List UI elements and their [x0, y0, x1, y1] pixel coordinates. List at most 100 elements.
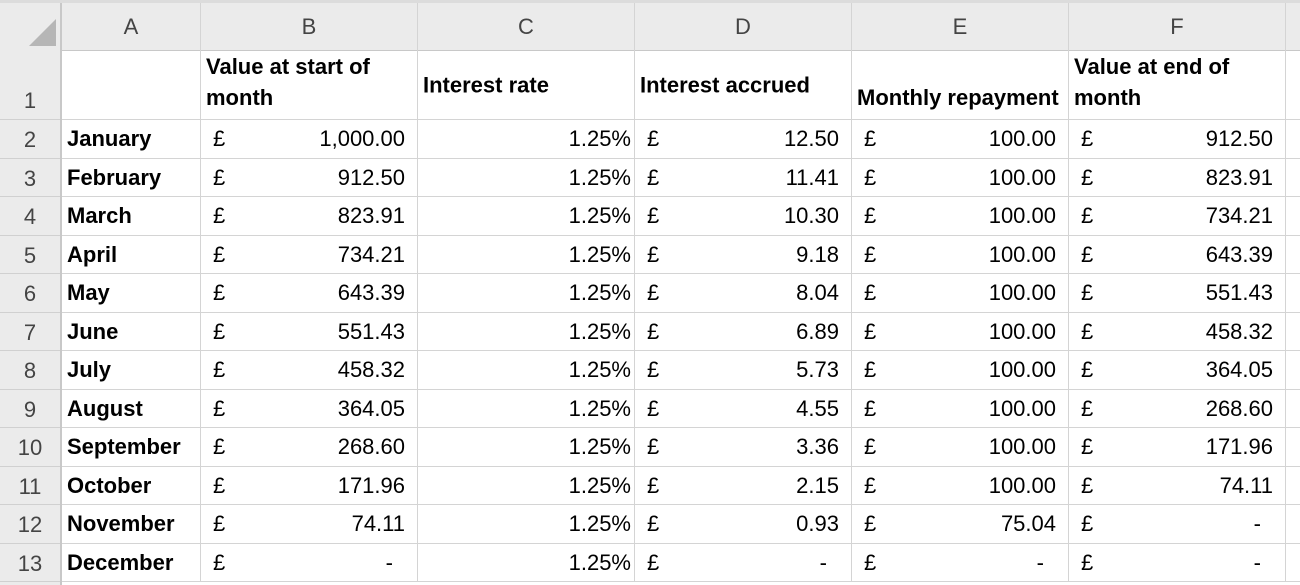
cell-e5[interactable]: £100.00 [852, 235, 1069, 274]
cell-c12[interactable]: 1.25% [418, 505, 635, 544]
cell-e11[interactable]: £100.00 [852, 466, 1069, 505]
cell-e3[interactable]: £100.00 [852, 158, 1069, 197]
cell-e2[interactable]: £100.00 [852, 120, 1069, 159]
cell-f6[interactable]: £551.43 [1069, 274, 1286, 313]
cell-d12[interactable]: £0.93 [635, 505, 852, 544]
cell-f7[interactable]: £458.32 [1069, 312, 1286, 351]
cell-g1[interactable] [1286, 50, 1300, 120]
cell-c9[interactable]: 1.25% [418, 389, 635, 428]
cell-c13[interactable]: 1.25% [418, 543, 635, 582]
column-header-e[interactable]: E [852, 3, 1069, 50]
row-header-2[interactable]: 2 [0, 120, 60, 159]
cell-d6[interactable]: £8.04 [635, 274, 852, 313]
cell-e10[interactable]: £100.00 [852, 428, 1069, 467]
cell-b2[interactable]: £1,000.00 [201, 120, 418, 159]
cell-f4[interactable]: £734.21 [1069, 197, 1286, 236]
cell-a6[interactable]: May [62, 274, 201, 313]
cell-a13[interactable]: December [62, 543, 201, 582]
cell-a4[interactable]: March [62, 197, 201, 236]
cell-a1[interactable] [62, 50, 201, 120]
cell-g3[interactable] [1286, 159, 1300, 197]
cell-c1[interactable]: Interest rate [418, 50, 635, 120]
row-header-12[interactable]: 12 [0, 505, 60, 544]
row-header-9[interactable]: 9 [0, 390, 60, 428]
row-header-8[interactable]: 8 [0, 351, 60, 390]
cell-d3[interactable]: £11.41 [635, 158, 852, 197]
cell-b13[interactable]: £ - [201, 543, 418, 582]
cell-f9[interactable]: £268.60 [1069, 389, 1286, 428]
cell-a7[interactable]: June [62, 312, 201, 351]
cell-b10[interactable]: £268.60 [201, 428, 418, 467]
row-header-3[interactable]: 3 [0, 159, 60, 197]
cell-f8[interactable]: £364.05 [1069, 351, 1286, 390]
cell-d13[interactable]: £ - [635, 543, 852, 582]
cell-a10[interactable]: September [62, 428, 201, 467]
cell-f5[interactable]: £643.39 [1069, 235, 1286, 274]
cell-b11[interactable]: £171.96 [201, 466, 418, 505]
cell-f2[interactable]: £912.50 [1069, 120, 1286, 159]
cell-f13[interactable]: £ - [1069, 543, 1286, 582]
column-header-b[interactable]: B [201, 3, 418, 50]
cell-b6[interactable]: £643.39 [201, 274, 418, 313]
cell-d10[interactable]: £3.36 [635, 428, 852, 467]
cell-g7[interactable] [1286, 313, 1300, 351]
cell-d2[interactable]: £12.50 [635, 120, 852, 159]
cell-a2[interactable]: January [62, 120, 201, 159]
cell-b4[interactable]: £823.91 [201, 197, 418, 236]
cell-e6[interactable]: £100.00 [852, 274, 1069, 313]
row-header-13[interactable]: 13 [0, 544, 60, 582]
select-all-button[interactable] [0, 3, 62, 50]
row-header-1[interactable]: 1 [0, 50, 60, 120]
cell-g6[interactable] [1286, 274, 1300, 313]
column-header-g[interactable] [1286, 3, 1300, 50]
cell-b8[interactable]: £458.32 [201, 351, 418, 390]
cell-g13[interactable] [1286, 544, 1300, 582]
cell-g10[interactable] [1286, 428, 1300, 467]
cell-a8[interactable]: July [62, 351, 201, 390]
cell-g9[interactable] [1286, 390, 1300, 428]
cell-a5[interactable]: April [62, 235, 201, 274]
cell-g5[interactable] [1286, 236, 1300, 274]
cell-f12[interactable]: £ - [1069, 505, 1286, 544]
cell-b12[interactable]: £74.11 [201, 505, 418, 544]
row-header-11[interactable]: 11 [0, 467, 60, 505]
row-header-6[interactable]: 6 [0, 274, 60, 313]
cell-e1[interactable]: Monthly repayment [852, 50, 1069, 120]
cell-f10[interactable]: £171.96 [1069, 428, 1286, 467]
cell-d7[interactable]: £6.89 [635, 312, 852, 351]
cell-b5[interactable]: £734.21 [201, 235, 418, 274]
cell-c10[interactable]: 1.25% [418, 428, 635, 467]
cell-e13[interactable]: £ - [852, 543, 1069, 582]
cell-d11[interactable]: £2.15 [635, 466, 852, 505]
column-header-f[interactable]: F [1069, 3, 1286, 50]
cell-g2[interactable] [1286, 120, 1300, 159]
cell-b1[interactable]: Value at start of month [201, 50, 418, 120]
cell-c11[interactable]: 1.25% [418, 466, 635, 505]
cell-c4[interactable]: 1.25% [418, 197, 635, 236]
cell-d5[interactable]: £9.18 [635, 235, 852, 274]
cell-g12[interactable] [1286, 505, 1300, 544]
cell-d1[interactable]: Interest accrued [635, 50, 852, 120]
cell-f1[interactable]: Value at end of month [1069, 50, 1286, 120]
cell-a3[interactable]: February [62, 158, 201, 197]
cell-a9[interactable]: August [62, 389, 201, 428]
row-header-5[interactable]: 5 [0, 236, 60, 274]
column-header-d[interactable]: D [635, 3, 852, 50]
cell-g4[interactable] [1286, 197, 1300, 236]
cell-c5[interactable]: 1.25% [418, 235, 635, 274]
cell-a12[interactable]: November [62, 505, 201, 544]
cell-e4[interactable]: £100.00 [852, 197, 1069, 236]
cell-c8[interactable]: 1.25% [418, 351, 635, 390]
cell-b9[interactable]: £364.05 [201, 389, 418, 428]
cell-b3[interactable]: £912.50 [201, 158, 418, 197]
cell-a11[interactable]: October [62, 466, 201, 505]
cell-f3[interactable]: £823.91 [1069, 158, 1286, 197]
cell-c2[interactable]: 1.25% [418, 120, 635, 159]
cell-g8[interactable] [1286, 351, 1300, 390]
cell-e7[interactable]: £100.00 [852, 312, 1069, 351]
cell-c6[interactable]: 1.25% [418, 274, 635, 313]
cell-f11[interactable]: £74.11 [1069, 466, 1286, 505]
cell-c7[interactable]: 1.25% [418, 312, 635, 351]
cell-d9[interactable]: £4.55 [635, 389, 852, 428]
column-header-a[interactable]: A [62, 3, 201, 50]
